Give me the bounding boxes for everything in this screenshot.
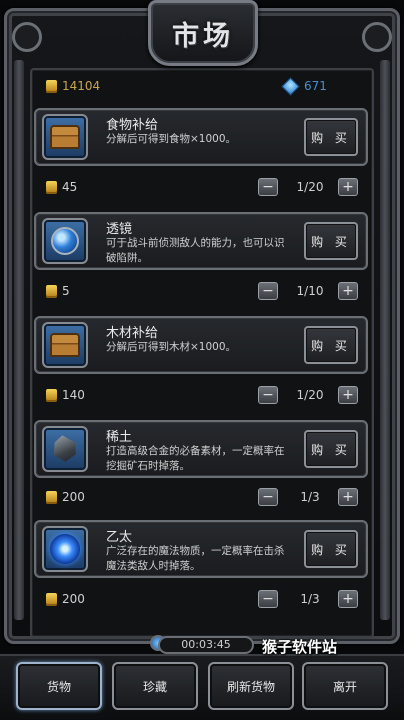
price-value: 200 [62,490,85,504]
buy-button[interactable]: 购 买 [304,118,358,156]
item-icon-frame [42,322,88,368]
item-card: 木材补给 分解后可得到木材×1000。 购 买 [34,316,368,374]
item-description: 打造高级合金的必备素材，一定概率在挖掘矿石时掉落。 [106,445,285,472]
item-card: 食物补给 分解后可得到食物×1000。 购 买 [34,108,368,166]
quantity-decrease-button[interactable]: − [258,178,278,196]
price-value: 200 [62,592,85,606]
right-rail [380,60,390,620]
quantity-increase-button[interactable]: + [338,590,358,608]
price-value: 140 [62,388,85,402]
item-icon-frame [42,114,88,160]
tab-goods-button[interactable]: 货物 [16,662,102,710]
item-name: 木材补给 [106,326,159,341]
item-name: 食物补给 [106,118,159,133]
gold-coin-icon [46,491,57,504]
price-row: 200 − 1/3 + [44,488,360,508]
item-description: 广泛存在的魔法物质，一定概率在击杀魔法类敌人时掉落。 [106,545,285,572]
tab-treasures-button[interactable]: 珍藏 [112,662,198,710]
item-card: 透镜 可于战斗前侦测敌人的能力，也可以识破陷阱。 购 买 [34,212,368,270]
quantity-value: 1/3 [300,490,320,504]
gold-coin-icon [46,285,57,298]
corner-ornament-left [12,22,42,52]
item-card: 乙太 广泛存在的魔法物质，一定概率在击杀魔法类敌人时掉落。 购 买 [34,520,368,578]
item-name: 稀土 [106,430,133,445]
quantity-decrease-button[interactable]: − [258,590,278,608]
item-icon-frame [42,526,88,572]
watermark-text: 猴子软件站 [262,638,338,656]
lens-icon [51,227,79,255]
item-icon-frame [42,426,88,472]
buy-button[interactable]: 购 买 [304,530,358,568]
ether-icon [50,534,80,564]
quantity-increase-button[interactable]: + [338,488,358,506]
price-row: 140 − 1/20 + [44,386,360,406]
price-value: 45 [62,180,78,194]
corner-ornament-right [362,22,392,52]
price-value: 5 [62,284,70,298]
gold-coin-icon [46,80,57,93]
left-rail [14,60,24,620]
buy-button[interactable]: 购 买 [304,222,358,260]
item-card: 稀土 打造高级合金的必备素材，一定概率在挖掘矿石时掉落。 购 买 [34,420,368,478]
quantity-value: 1/10 [296,284,324,298]
refresh-goods-button[interactable]: 刷新货物 [208,662,294,710]
gold-amount: 14104 [62,79,101,93]
leave-button[interactable]: 离开 [302,662,388,710]
price-row: 200 − 1/3 + [44,590,360,610]
item-icon-frame [42,218,88,264]
quantity-decrease-button[interactable]: − [258,488,278,506]
gold-coin-icon [46,593,57,606]
price-row: 45 − 1/20 + [44,178,360,198]
quantity-increase-button[interactable]: + [338,178,358,196]
ore-icon [50,434,81,465]
quantity-decrease-button[interactable]: − [258,386,278,404]
quantity-value: 1/20 [296,180,324,194]
chest-icon [50,333,80,357]
item-description: 分解后可得到食物×1000。 [106,133,237,145]
gold-coin-icon [46,389,57,402]
item-name: 透镜 [106,222,133,237]
refresh-timer: 00:03:45 [158,636,254,654]
gem-icon [281,77,300,96]
item-description: 分解后可得到木材×1000。 [106,341,237,353]
gold-coin-icon [46,181,57,194]
item-name: 乙太 [106,530,133,545]
quantity-decrease-button[interactable]: − [258,282,278,300]
chest-icon [50,125,80,149]
buy-button[interactable]: 购 买 [304,326,358,364]
page-title: 市场 [172,20,234,52]
quantity-increase-button[interactable]: + [338,282,358,300]
title-plaque: 市场 [148,0,258,66]
quantity-value: 1/3 [300,592,320,606]
buy-button[interactable]: 购 买 [304,430,358,468]
currency-row: 14104 671 [46,77,327,98]
quantity-increase-button[interactable]: + [338,386,358,404]
item-description: 可于战斗前侦测敌人的能力，也可以识破陷阱。 [106,237,285,264]
price-row: 5 − 1/10 + [44,282,360,302]
gem-amount: 671 [304,79,327,93]
quantity-value: 1/20 [296,388,324,402]
